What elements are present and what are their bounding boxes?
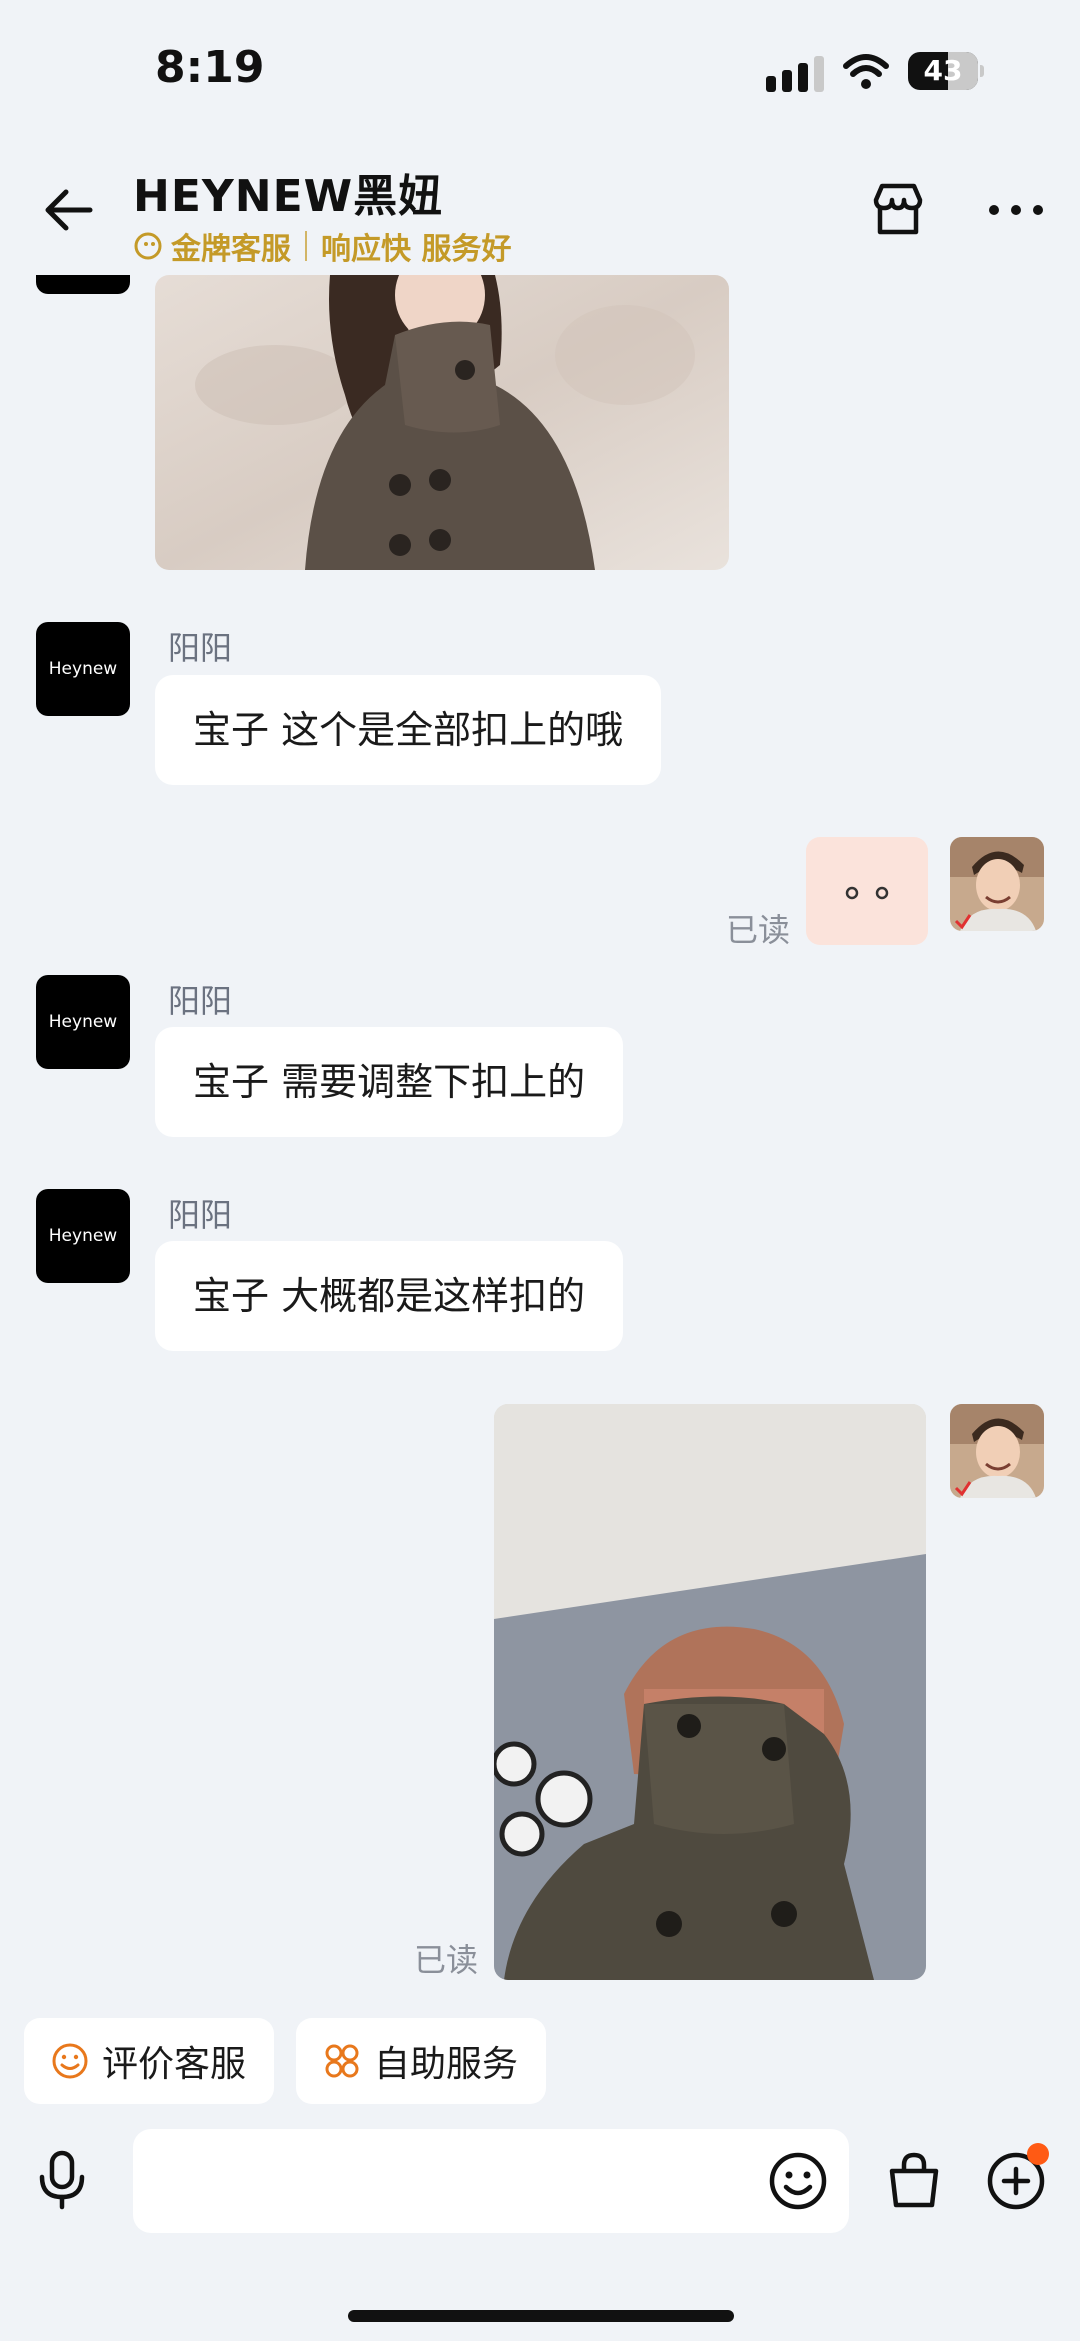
user-avatar-image bbox=[950, 837, 1044, 931]
user-avatar[interactable] bbox=[950, 1404, 1044, 1498]
sticker-face-icon bbox=[845, 886, 889, 900]
image-message[interactable] bbox=[155, 275, 729, 570]
service-subtitle: 金牌客服 响应快 服务好 bbox=[133, 224, 511, 268]
service-tagline: 响应快 服务好 bbox=[321, 232, 512, 267]
status-bar: 8:19 43 bbox=[0, 0, 1080, 150]
coat-photo bbox=[155, 275, 729, 570]
smiley-icon bbox=[52, 2043, 88, 2079]
chip-label: 评价客服 bbox=[102, 2044, 247, 2085]
medal-icon bbox=[134, 232, 162, 260]
sender-name: 阳阳 bbox=[168, 982, 233, 1020]
chat-title[interactable]: HEYNEW黑妞 bbox=[133, 160, 443, 224]
back-arrow-icon[interactable] bbox=[38, 178, 102, 242]
signal-icon bbox=[766, 56, 824, 92]
battery-level: 43 bbox=[923, 54, 963, 87]
user-avatar-image bbox=[950, 1404, 1044, 1498]
selfie-coat-photo bbox=[494, 1404, 926, 1980]
battery-icon: 43 bbox=[908, 52, 984, 90]
message-list[interactable]: Heynew 阳阳 宝子 这个是全部扣上的哦 已读 Heynew 阳阳 宝子 需… bbox=[0, 275, 1080, 1995]
status-time: 8:19 bbox=[155, 42, 265, 93]
read-status: 已读 bbox=[726, 911, 791, 949]
input-bar bbox=[0, 2115, 1080, 2245]
message-input[interactable] bbox=[133, 2129, 849, 2233]
shop-avatar[interactable]: Heynew bbox=[36, 975, 130, 1069]
more-icon[interactable] bbox=[984, 178, 1048, 242]
image-message[interactable] bbox=[494, 1404, 926, 1980]
shop-logo: Heynew bbox=[48, 1226, 118, 1246]
notification-dot bbox=[1027, 2143, 1049, 2165]
mic-icon[interactable] bbox=[30, 2147, 94, 2211]
wifi-icon bbox=[843, 54, 889, 89]
message-bubble[interactable]: 宝子 需要调整下扣上的 bbox=[155, 1027, 624, 1137]
gold-service-badge: 金牌客服 bbox=[171, 232, 291, 267]
sticker-message[interactable] bbox=[806, 837, 928, 945]
shop-avatar[interactable]: Heynew bbox=[36, 622, 130, 716]
divider bbox=[305, 231, 307, 261]
shop-logo: Heynew bbox=[48, 659, 118, 679]
store-icon[interactable] bbox=[866, 178, 930, 242]
quick-actions-bar: 评价客服 自助服务 bbox=[0, 2000, 1080, 2110]
message-bubble[interactable]: 宝子 这个是全部扣上的哦 bbox=[155, 675, 662, 785]
sender-name: 阳阳 bbox=[168, 1196, 233, 1234]
read-status: 已读 bbox=[414, 1941, 479, 1979]
grid-icon bbox=[325, 2044, 359, 2078]
bag-icon[interactable] bbox=[882, 2149, 946, 2213]
rate-service-button[interactable]: 评价客服 bbox=[24, 2018, 275, 2104]
user-avatar[interactable] bbox=[950, 837, 1044, 931]
shop-avatar[interactable] bbox=[36, 275, 130, 294]
sender-name: 阳阳 bbox=[168, 629, 233, 667]
chat-header: HEYNEW黑妞 金牌客服 响应快 服务好 bbox=[0, 150, 1080, 275]
home-indicator[interactable] bbox=[348, 2310, 734, 2322]
self-service-button[interactable]: 自助服务 bbox=[296, 2018, 547, 2104]
shop-logo: Heynew bbox=[48, 1012, 118, 1032]
chip-label: 自助服务 bbox=[374, 2044, 519, 2085]
message-bubble[interactable]: 宝子 大概都是这样扣的 bbox=[155, 1241, 624, 1351]
shop-avatar[interactable]: Heynew bbox=[36, 1189, 130, 1283]
emoji-icon[interactable] bbox=[766, 2149, 830, 2213]
